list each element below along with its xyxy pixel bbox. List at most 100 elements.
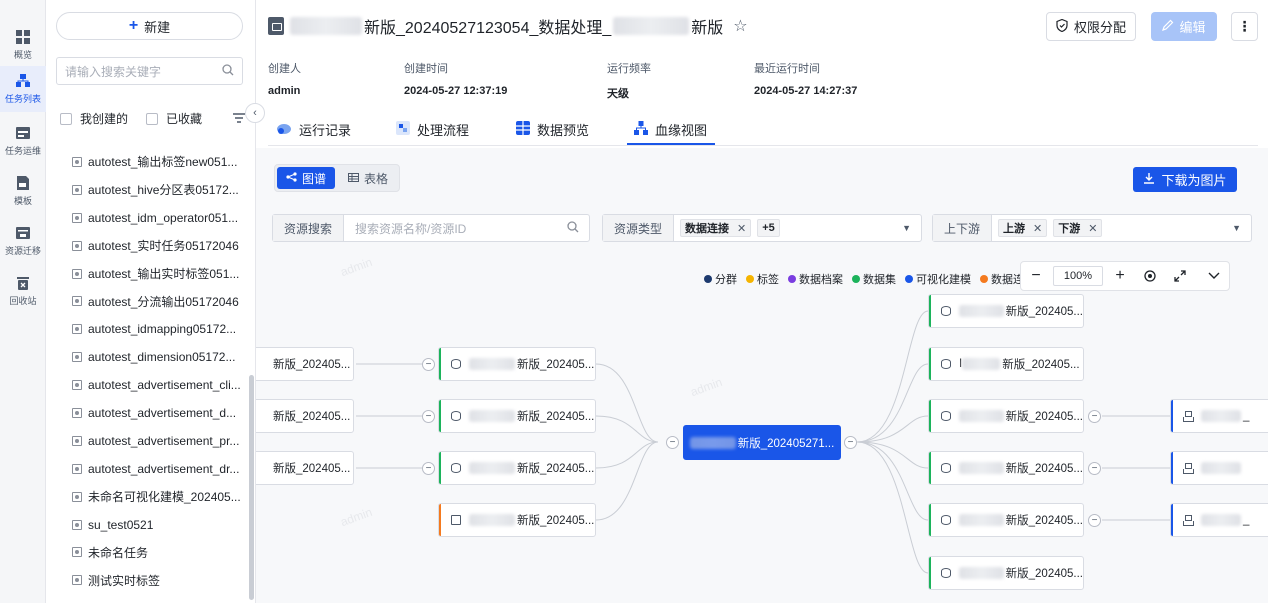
node-label: 新版_202405...	[273, 359, 351, 371]
more-vertical-icon: ⋮	[1237, 18, 1252, 34]
lineage-node[interactable]: 新版_202405...	[438, 503, 596, 537]
task-list-item[interactable]: autotest_idm_operator051...	[46, 204, 246, 232]
tab-process-flow[interactable]: 处理流程	[396, 112, 469, 146]
rail-template[interactable]: 模板	[0, 168, 46, 214]
task-list-item[interactable]: autotest_输出实时标签051...	[46, 260, 246, 288]
collapse-panel-button[interactable]: ‹	[245, 103, 265, 123]
meta-value: admin	[268, 85, 301, 97]
node-type-bar	[439, 452, 441, 484]
task-panel: + 新建 请输入搜索关键字 我创建的 已收藏 autotest_输出标签new0…	[46, 0, 256, 603]
task-icon	[72, 240, 82, 251]
filter-favorite[interactable]: 已收藏	[146, 110, 202, 127]
collapse-node-toggle[interactable]: −	[422, 358, 435, 371]
task-list-item[interactable]: autotest_hive分区表05172...	[46, 176, 246, 204]
lineage-node[interactable]: _	[1170, 503, 1268, 537]
node-type-bar	[929, 348, 931, 380]
filter-fav-label: 已收藏	[166, 112, 203, 126]
node-label: _	[1243, 410, 1250, 422]
database-icon	[941, 515, 951, 525]
task-list-item[interactable]: autotest_idmapping05172...	[46, 315, 246, 343]
task-list-item[interactable]: autotest_分流输出05172046	[46, 287, 246, 315]
meta-value: 2024-05-27 14:27:37	[754, 85, 858, 97]
lineage-node[interactable]: 新版_202405...	[928, 294, 1084, 328]
task-list-scrollbar[interactable]	[249, 375, 254, 600]
rail-label: 模板	[13, 196, 32, 206]
table-icon	[516, 120, 530, 138]
task-icon	[72, 212, 82, 223]
tab-label: 运行记录	[299, 122, 352, 138]
node-type-bar	[929, 504, 931, 536]
rail-ops[interactable]: 任务运维	[0, 118, 46, 164]
tab-label: 数据预览	[537, 122, 590, 138]
lineage-node[interactable]: 新版_202405...	[256, 451, 354, 485]
checkbox[interactable]	[60, 112, 72, 125]
task-list-item[interactable]: autotest_dimension05172...	[46, 343, 246, 371]
task-list-item[interactable]: 未命名可视化建模_202405...	[46, 483, 246, 511]
permission-button[interactable]: 权限分配	[1046, 12, 1136, 41]
lineage-node[interactable]: 新版_202405...	[438, 451, 596, 485]
filter-icon[interactable]	[233, 112, 245, 126]
lineage-node[interactable]: _	[1170, 399, 1268, 433]
tab-run-records[interactable]: 运行记录	[276, 112, 351, 146]
redacted-text	[959, 410, 1004, 422]
edit-button[interactable]: 编辑	[1151, 12, 1217, 41]
task-name: 未命名可视化建模_202405...	[88, 490, 241, 505]
lineage-node[interactable]: 新版_202405...	[438, 399, 596, 433]
task-list-item[interactable]: autotest_advertisement_cli...	[46, 371, 246, 399]
filter-mine[interactable]: 我创建的	[60, 110, 128, 127]
rail-overview[interactable]: 概览	[0, 22, 46, 68]
collapse-node-toggle[interactable]: −	[844, 436, 857, 449]
task-name: autotest_advertisement_pr...	[88, 433, 240, 448]
new-button[interactable]: + 新建	[56, 12, 243, 40]
checkbox[interactable]	[146, 112, 159, 125]
node-label: 新版_202405...	[517, 515, 595, 527]
model-icon	[1183, 463, 1194, 474]
lineage-node[interactable]: 新版_202405...	[256, 347, 354, 381]
rail-migrate[interactable]: 资源迁移	[0, 218, 46, 264]
collapse-node-toggle[interactable]: −	[1088, 514, 1101, 527]
collapse-node-toggle[interactable]: −	[1088, 462, 1101, 475]
more-options-button[interactable]: ⋮	[1231, 12, 1258, 41]
node-type-bar	[929, 295, 931, 327]
title-mid: 新版_20240527123054_数据处理_	[364, 20, 612, 37]
task-icon	[72, 268, 82, 279]
lineage-node[interactable]: 新版_202405...	[928, 451, 1084, 485]
meta-last-run: 最近运行时间 2024-05-27 14:27:37	[754, 60, 857, 97]
lineage-icon	[634, 120, 648, 138]
ops-icon	[15, 125, 31, 141]
collapse-node-toggle[interactable]: −	[422, 410, 435, 423]
lineage-node[interactable]: I 新版_202405...	[928, 347, 1084, 381]
model-icon	[1183, 515, 1194, 526]
lineage-node[interactable]	[1170, 451, 1268, 485]
collapse-node-toggle[interactable]: −	[422, 462, 435, 475]
database-icon	[941, 568, 951, 578]
task-list-item[interactable]: autotest_advertisement_pr...	[46, 427, 246, 455]
task-name: autotest_advertisement_d...	[88, 405, 237, 420]
lineage-center-node[interactable]: 新版_202405271...	[683, 425, 841, 460]
tab-lineage-view[interactable]: 血缘视图	[634, 112, 707, 146]
pencil-icon	[1162, 19, 1174, 34]
collapse-node-toggle[interactable]: −	[666, 436, 679, 449]
task-list-item[interactable]: autotest_advertisement_dr...	[46, 455, 246, 483]
task-list-item[interactable]: autotest_advertisement_d...	[46, 399, 246, 427]
task-icon	[72, 296, 82, 307]
rail-trash[interactable]: 回收站	[0, 268, 46, 314]
lineage-node[interactable]: 新版_202405...	[928, 399, 1084, 433]
task-list-item[interactable]: su_test0521	[46, 511, 246, 539]
task-list-item[interactable]: 测试实时标签	[46, 566, 246, 594]
lineage-node[interactable]: 新版_202405...	[928, 503, 1084, 537]
lineage-node[interactable]: 新版_202405...	[928, 556, 1084, 590]
tab-data-preview[interactable]: 数据预览	[516, 112, 589, 146]
star-icon[interactable]: ☆	[733, 16, 747, 36]
task-search-input[interactable]: 请输入搜索关键字	[56, 57, 243, 85]
task-list-item[interactable]: autotest_实时任务05172046	[46, 232, 246, 260]
collapse-node-toggle[interactable]: −	[1088, 410, 1101, 423]
rail-tasklist[interactable]: 任务列表	[0, 66, 46, 112]
plus-icon: +	[128, 17, 139, 34]
task-list-item[interactable]: 未命名任务	[46, 538, 246, 566]
lineage-node[interactable]: 新版_202405...	[438, 347, 596, 381]
lineage-node[interactable]: 新版_202405...	[256, 399, 354, 433]
database-icon	[451, 411, 461, 421]
meta-label: 创建人	[268, 63, 301, 75]
task-list-item[interactable]: autotest_输出标签new051...	[46, 148, 246, 176]
